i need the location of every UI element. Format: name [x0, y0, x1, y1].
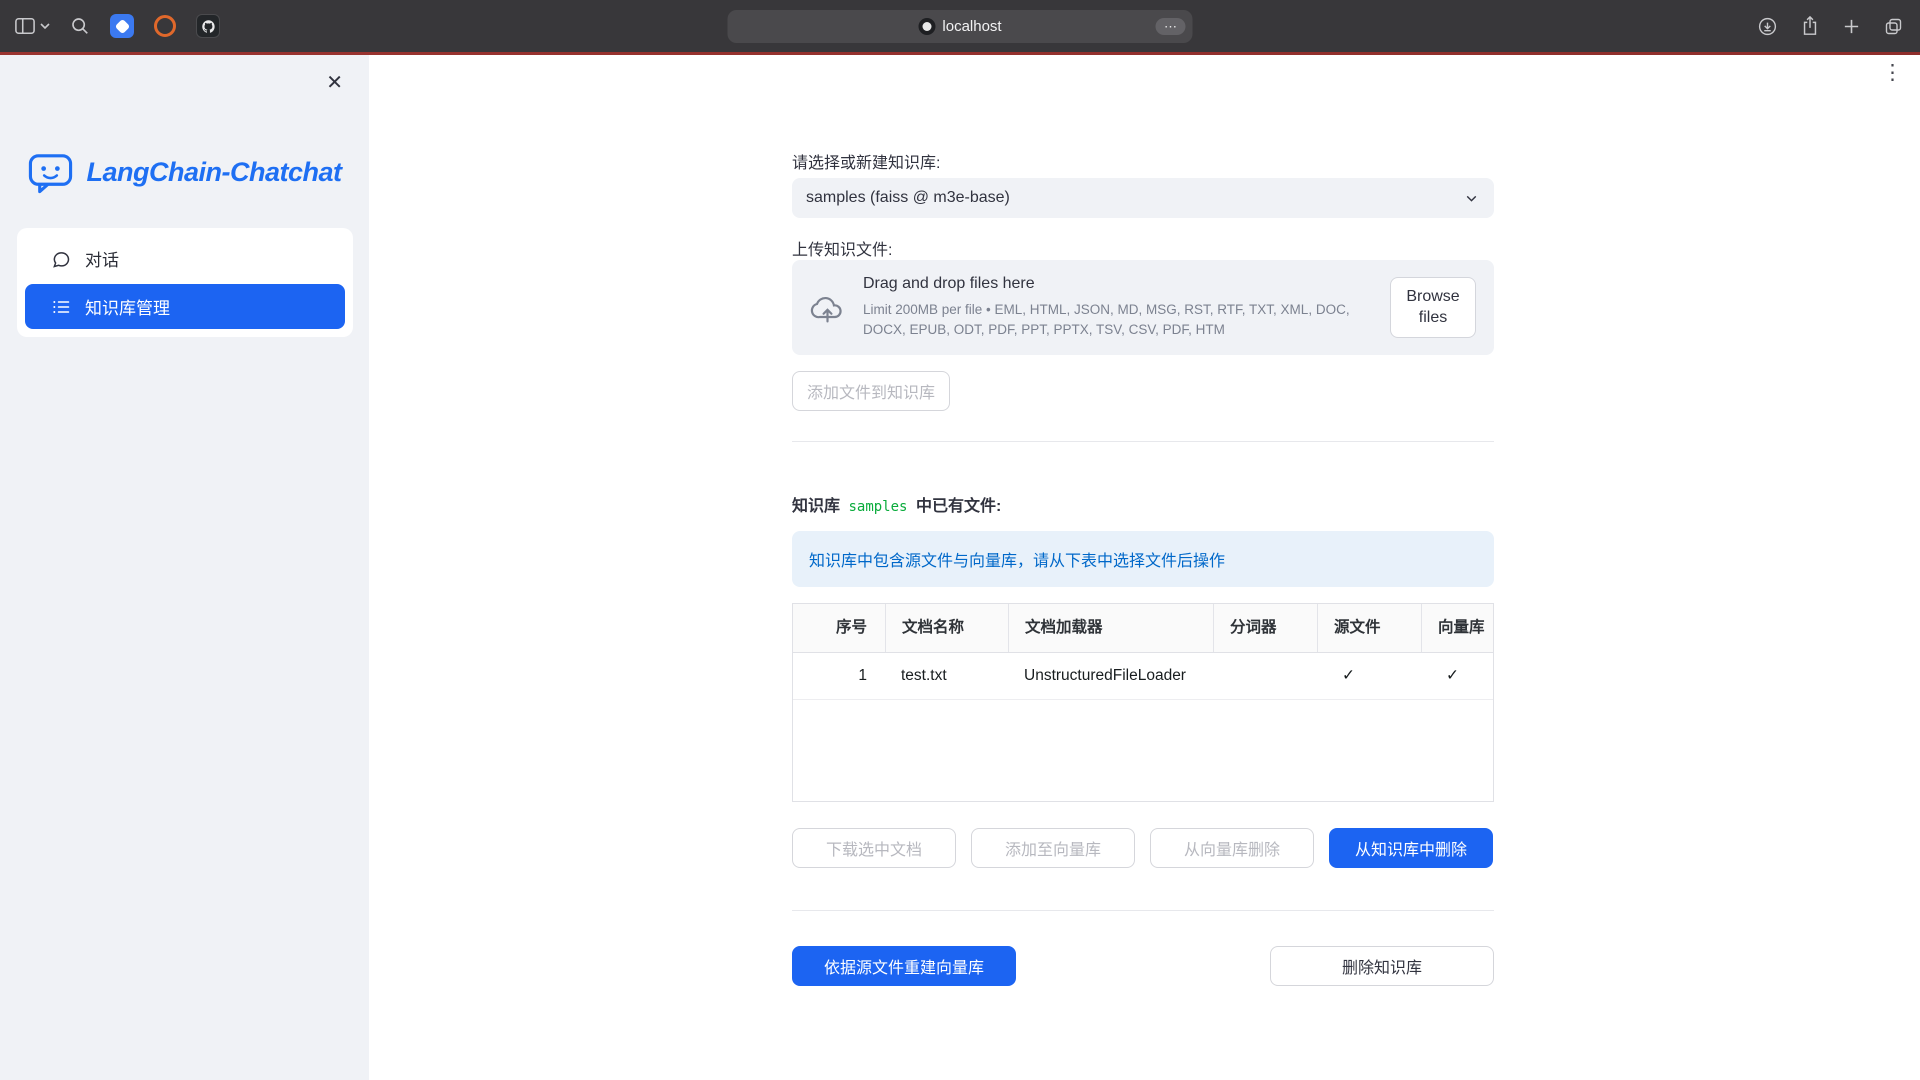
kb-select[interactable]: samples (faiss @ m3e-base) [792, 178, 1494, 218]
dropzone-limit-text: Limit 200MB per file • EML, HTML, JSON, … [863, 300, 1388, 339]
cell-splitter [1213, 653, 1317, 699]
table-header-row: 序号 文档名称 文档加载器 分词器 源文件 向量库 [793, 604, 1493, 653]
delete-kb-button[interactable]: 删除知识库 [1270, 946, 1494, 986]
sidebar-toggle-button[interactable] [14, 16, 50, 36]
table-header-vector-store[interactable]: 向量库 [1421, 604, 1494, 652]
search-icon [70, 16, 90, 36]
sidebar-close-button[interactable]: ✕ [326, 73, 343, 93]
tabs-icon [1883, 16, 1904, 37]
add-files-to-kb-button[interactable]: 添加文件到知识库 [792, 371, 950, 411]
kb-files-heading-suffix: 中已有文件: [916, 498, 1001, 515]
table-row[interactable]: 1 test.txt UnstructuredFileLoader ✓ ✓ [793, 653, 1493, 700]
kb-files-table: 序号 文档名称 文档加载器 分词器 源文件 向量库 1 test.txt Uns… [792, 603, 1494, 802]
extension-orange-icon[interactable] [154, 15, 176, 37]
address-bar[interactable]: localhost ⋯ [728, 10, 1193, 43]
table-header-source-file[interactable]: 源文件 [1317, 604, 1421, 652]
chat-bubble-icon [51, 249, 71, 269]
kb-files-heading: 知识库 samples 中已有文件: [792, 492, 1494, 516]
info-banner-text: 知识库中包含源文件与向量库，请从下表中选择文件后操作 [809, 547, 1225, 571]
share-icon [1800, 15, 1820, 37]
cell-vector-store-check: ✓ [1421, 653, 1494, 699]
table-header-index[interactable]: 序号 [793, 604, 885, 652]
sidebar-item-kb-management[interactable]: 知识库管理 [25, 284, 345, 329]
chatbot-logo-icon [27, 149, 74, 196]
browse-files-button[interactable]: Browse files [1390, 277, 1476, 339]
plus-icon [1842, 17, 1861, 36]
streamlit-menu-button[interactable]: ⋮ [1882, 60, 1904, 85]
cell-filename: test.txt [885, 653, 1008, 699]
kb-select-value: samples (faiss @ m3e-base) [806, 189, 1010, 207]
kb-select-label: 请选择或新建知识库: [792, 149, 1494, 173]
table-header-splitter[interactable]: 分词器 [1213, 604, 1317, 652]
info-banner: 知识库中包含源文件与向量库，请从下表中选择文件后操作 [792, 531, 1494, 587]
dropzone-texts: Drag and drop files here Limit 200MB per… [863, 275, 1390, 339]
extension-blue-glyph [114, 18, 130, 34]
dropzone-title: Drag and drop files here [863, 275, 1390, 293]
site-favicon [918, 18, 935, 35]
sidebar-icon [14, 16, 36, 36]
chevron-down-icon [40, 23, 50, 30]
app-logo-text: LangChain-Chatchat [86, 157, 341, 188]
add-to-vector-store-button[interactable]: 添加至向量库 [971, 828, 1135, 868]
table-action-buttons: 下载选中文档 添加至向量库 从向量库删除 从知识库中删除 [792, 828, 1494, 868]
search-button[interactable] [70, 16, 90, 36]
download-selected-button[interactable]: 下载选中文档 [792, 828, 956, 868]
cell-loader: UnstructuredFileLoader [1008, 653, 1213, 699]
extension-blue-icon[interactable] [110, 14, 134, 38]
screen: localhost ⋯ [0, 0, 1920, 1080]
kb-files-heading-prefix: 知识库 [792, 498, 840, 515]
download-icon [1757, 16, 1778, 37]
github-extension-icon[interactable] [196, 14, 220, 38]
file-dropzone[interactable]: Drag and drop files here Limit 200MB per… [792, 260, 1494, 355]
app-logo: LangChain-Chatchat [0, 149, 369, 196]
address-extensions-button[interactable]: ⋯ [1156, 18, 1186, 35]
sidebar: ✕ LangChain-Chatchat 对话 [0, 55, 369, 1080]
cell-index: 1 [793, 653, 885, 699]
sidebar-item-label: 对话 [85, 246, 119, 271]
table-header-filename[interactable]: 文档名称 [885, 604, 1008, 652]
divider [792, 441, 1494, 442]
share-button[interactable] [1800, 15, 1820, 37]
toolbar-right-group [1757, 15, 1904, 37]
sidebar-item-label: 知识库管理 [85, 294, 170, 319]
sidebar-item-dialogue[interactable]: 对话 [25, 236, 345, 281]
kb-name-code: samples [844, 499, 911, 515]
divider [792, 910, 1494, 911]
list-icon [51, 297, 71, 317]
delete-from-vector-store-button[interactable]: 从向量库删除 [1150, 828, 1314, 868]
rebuild-vector-store-button[interactable]: 依据源文件重建向量库 [792, 946, 1016, 986]
chevron-down-icon [1463, 190, 1480, 207]
delete-from-kb-button[interactable]: 从知识库中删除 [1329, 828, 1493, 868]
address-url: localhost [942, 18, 1001, 35]
table-header-loader[interactable]: 文档加载器 [1008, 604, 1213, 652]
cell-source-file-check: ✓ [1317, 653, 1421, 699]
octocat-icon [201, 19, 216, 34]
new-tab-button[interactable] [1842, 17, 1861, 36]
tab-overview-button[interactable] [1883, 16, 1904, 37]
downloads-button[interactable] [1757, 16, 1778, 37]
kb-bottom-buttons: 依据源文件重建向量库 删除知识库 [792, 946, 1494, 986]
toolbar-left-group [14, 14, 220, 38]
browser-toolbar: localhost ⋯ [0, 0, 1920, 52]
cloud-upload-icon [810, 290, 845, 325]
upload-label: 上传知识文件: [792, 236, 1494, 260]
content-column: 请选择或新建知识库: samples (faiss @ m3e-base) 上传… [792, 55, 1494, 1080]
main-content: ⋮ 请选择或新建知识库: samples (faiss @ m3e-base) … [369, 55, 1920, 1080]
sidebar-nav: 对话 知识库管理 [17, 228, 353, 337]
